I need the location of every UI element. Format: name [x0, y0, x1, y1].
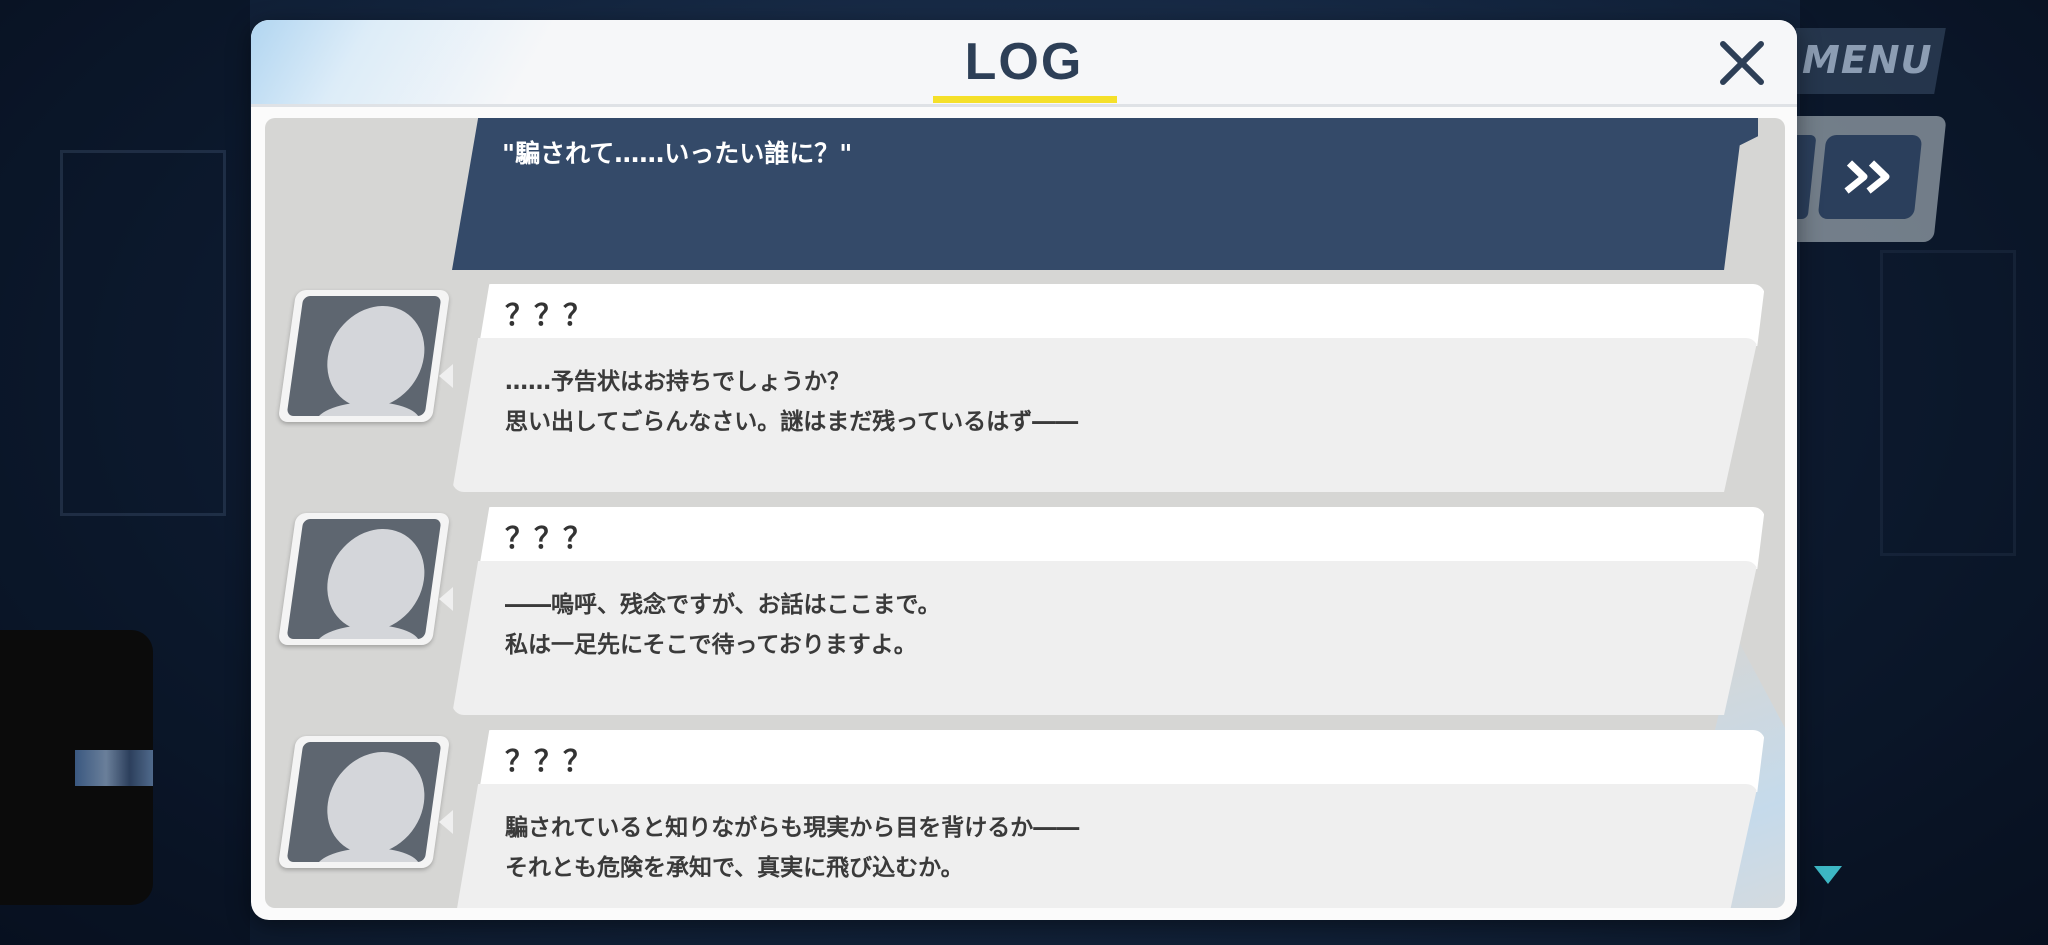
- message-line: それとも危険を承知で、真実に飛び込むか。: [505, 855, 964, 881]
- avatar-head: [320, 306, 432, 408]
- close-button[interactable]: [1709, 30, 1775, 96]
- log-header: LOG: [251, 20, 1797, 107]
- avatar: [277, 290, 451, 422]
- message-line: 騙されていると知りながらも現実から目を背けるか――: [505, 815, 1080, 841]
- name-plate: [479, 507, 1765, 569]
- speaker-name: ？？？: [505, 744, 593, 778]
- avatar-silhouette-icon: [286, 519, 442, 639]
- message-line: 私は一足先にそこで待っておりますよ。: [505, 632, 917, 658]
- log-content[interactable]: "騙されて……いったい誰に？" ？？？ ……予告状はお持ちでしょうか？ 思い出し…: [265, 118, 1785, 908]
- avatar-silhouette-icon: [286, 742, 442, 862]
- avatar-head: [320, 529, 432, 631]
- scroll-down-icon[interactable]: [1814, 866, 1842, 884]
- bubble-tail: [439, 810, 453, 834]
- message-line: 思い出してごらんなさい。謎はまだ残っているはず――: [505, 409, 1079, 435]
- avatar-head: [320, 752, 432, 854]
- bubble-tail: [439, 364, 453, 388]
- avatar-silhouette-icon: [286, 296, 442, 416]
- title-underline: [933, 96, 1117, 103]
- speaker-name: ？？？: [505, 298, 593, 332]
- skip-button[interactable]: [1817, 135, 1923, 219]
- log-entry: ？？？ 騙されていると知りながらも現実から目を背けるか―― それとも危険を承知で…: [265, 730, 1785, 908]
- log-entry: ？？？ ……予告状はお持ちでしょうか？ 思い出してごらんなさい。謎はまだ残ってい…: [265, 284, 1785, 494]
- bubble-tail: [439, 587, 453, 611]
- message-line: ――嗚呼、残念ですが、お話はここまで。: [505, 592, 941, 618]
- avatar: [277, 513, 451, 645]
- log-entry: ？？？ ――嗚呼、残念ですが、お話はここまで。 私は一足先にそこで待っております…: [265, 507, 1785, 717]
- avatar: [277, 736, 451, 868]
- thumbnail-image[interactable]: [75, 750, 153, 786]
- background-frame-left: [60, 150, 226, 516]
- avatar-body: [312, 625, 423, 639]
- message-bubble: [452, 784, 1758, 908]
- fast-forward-icon: [1844, 160, 1890, 194]
- menu-button[interactable]: MENU: [1802, 38, 1932, 82]
- close-icon: [1720, 41, 1764, 85]
- avatar-body: [312, 848, 423, 862]
- player-message: "騙されて……いったい誰に？": [452, 118, 1758, 270]
- log-panel: LOG "騙されて……いったい誰に？" ？？？ ……予告状はお持ちでしょうか？ …: [251, 20, 1797, 920]
- log-title: LOG: [964, 33, 1084, 91]
- name-plate: [479, 284, 1765, 346]
- speaker-name: ？？？: [505, 521, 593, 555]
- message-line: ……予告状はお持ちでしょうか？: [505, 369, 850, 395]
- avatar-body: [312, 402, 423, 416]
- player-message-text: "騙されて……いったい誰に？": [502, 139, 853, 168]
- name-plate: [479, 730, 1765, 792]
